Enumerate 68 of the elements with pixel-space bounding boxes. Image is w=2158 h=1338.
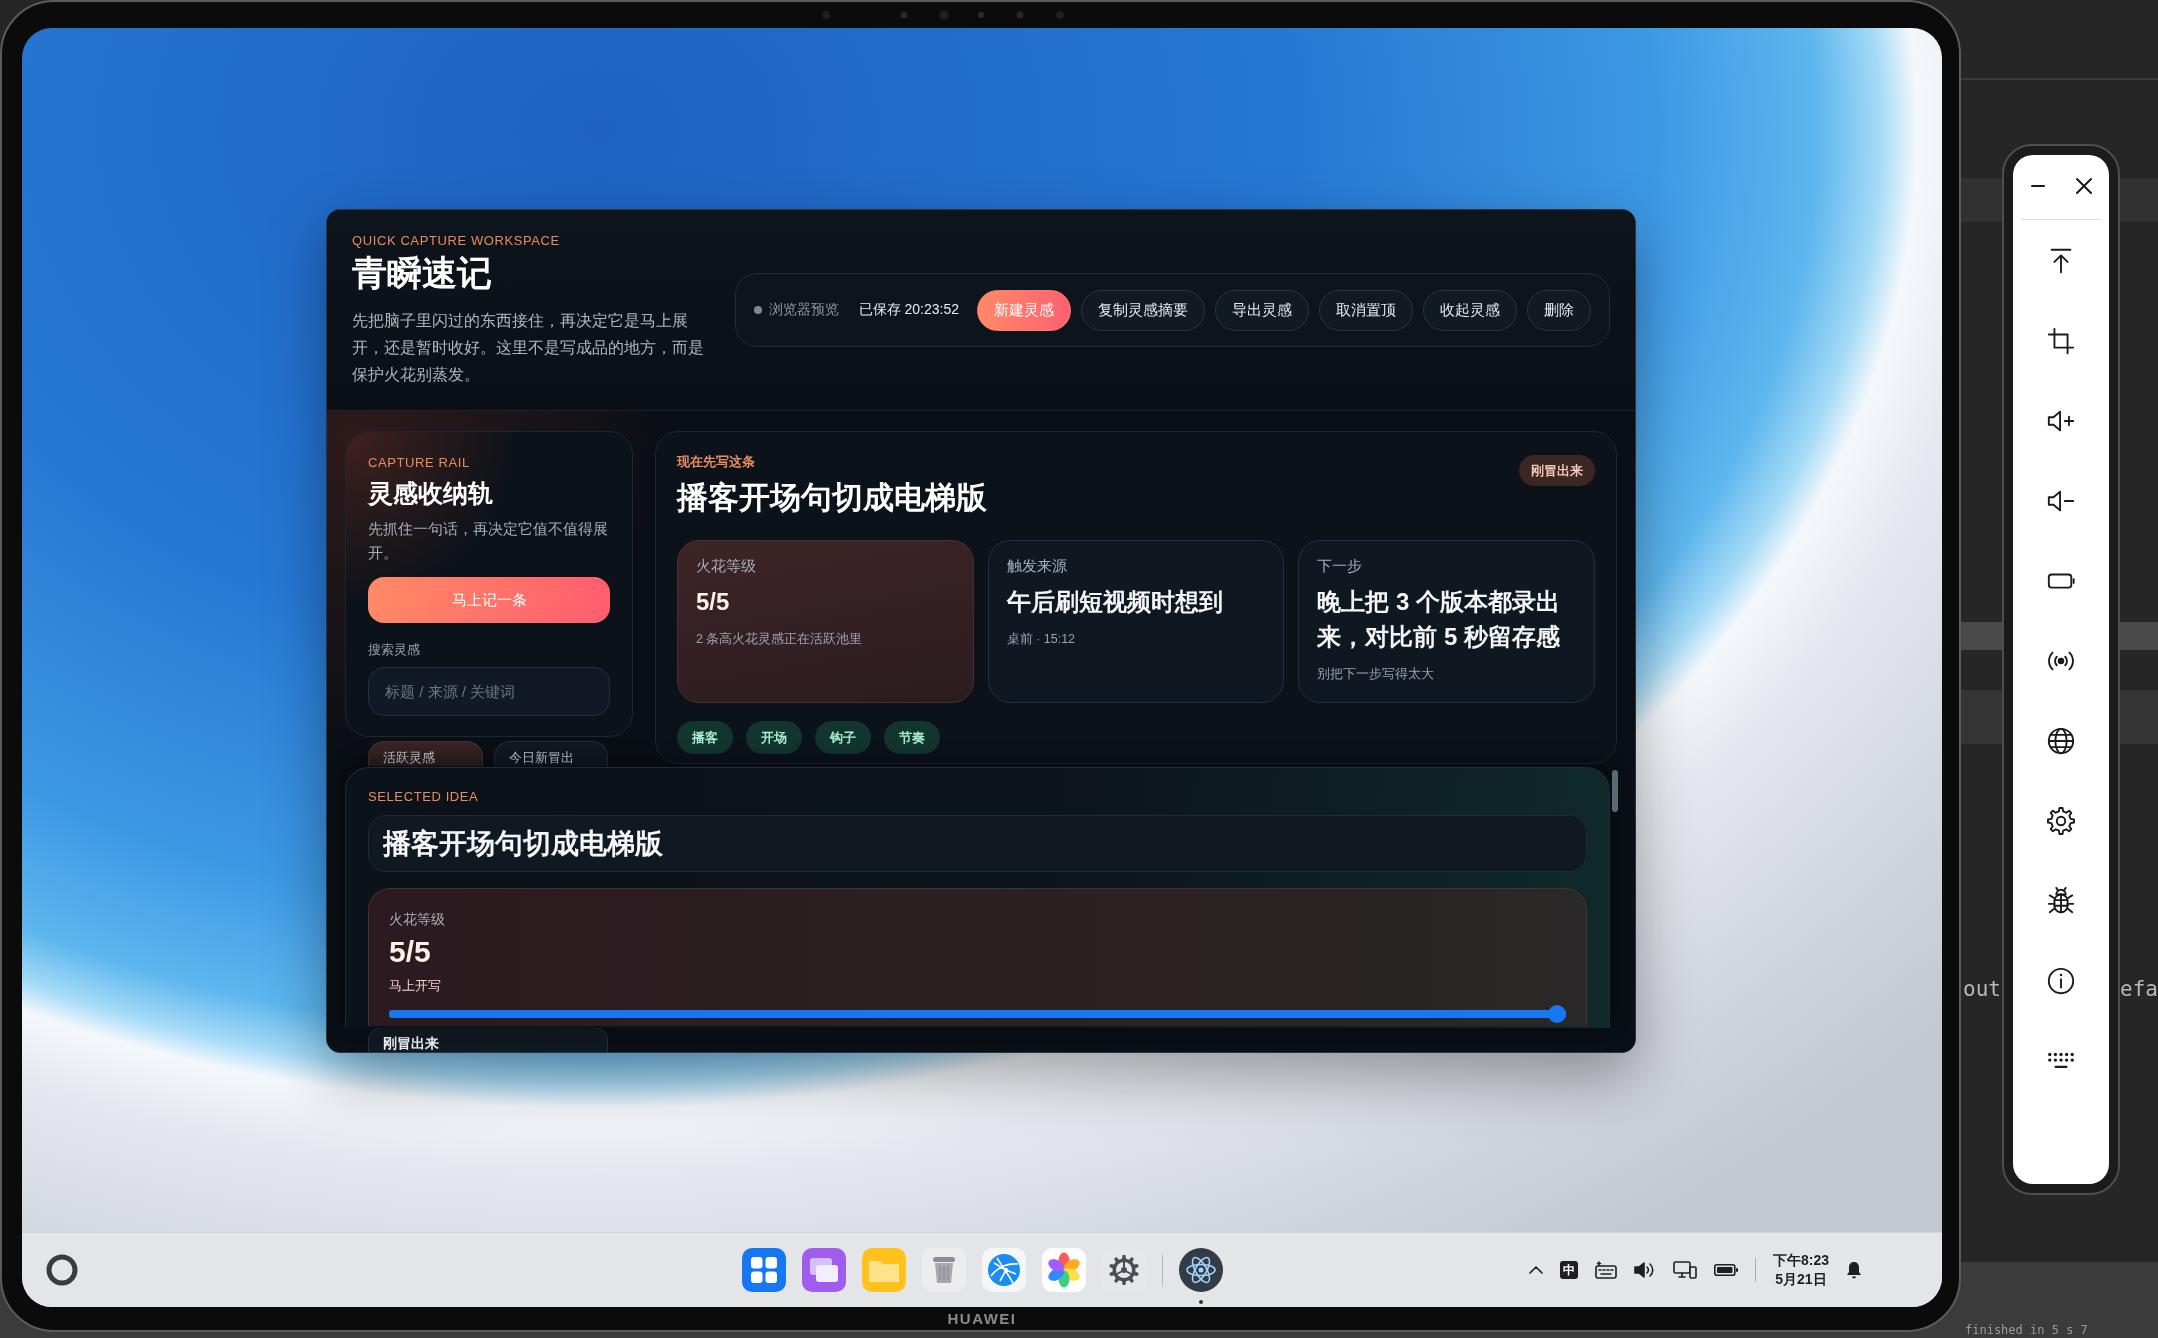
info-icon[interactable] <box>2046 966 2076 996</box>
tag: 开场 <box>746 721 802 754</box>
clock-time: 下午8:23 <box>1772 1251 1829 1270</box>
stat-label: 今日新冒出 <box>508 750 575 766</box>
section-eyebrow: CAPTURE RAIL <box>368 455 471 471</box>
toolbar-button[interactable]: 复制灵感摘要 <box>1081 289 1205 331</box>
app-title: 青瞬速记 <box>352 251 493 294</box>
section-eyebrow: 现在先写这条 <box>677 453 756 471</box>
status-badge: 刚冒出来 <box>1519 455 1595 486</box>
metric-label: 火花等级 <box>696 557 757 576</box>
crop-icon[interactable] <box>2046 326 2076 356</box>
search-field[interactable]: 标题 / 来源 / 关键词 <box>368 667 610 716</box>
rail-title: 灵感收纳轨 <box>368 478 494 509</box>
settings-icon[interactable] <box>2046 806 2076 836</box>
brand-label: HUAWEI <box>947 1310 1017 1327</box>
metric-value: 5/5 <box>696 587 731 617</box>
minimize-icon[interactable] <box>2031 184 2045 188</box>
trash-icon[interactable] <box>921 1248 966 1292</box>
battery-icon[interactable] <box>1713 1264 1738 1276</box>
search-label: 搜索灵感 <box>368 641 421 659</box>
spark-value: 5/5 <box>389 934 432 970</box>
toolbar-button[interactable]: 导出灵感 <box>1215 289 1309 331</box>
app-grid-icon[interactable] <box>741 1248 786 1292</box>
status-dot-icon <box>753 306 762 314</box>
metric-value: 晚上把 3 个版本都录出来，对比前 5 秒留存感 <box>1317 587 1561 652</box>
input-method-indicator[interactable]: 中 <box>1559 1261 1578 1279</box>
stat-label: 活跃灵感 <box>383 750 436 766</box>
metric-note: 桌前 · 15:12 <box>1006 631 1077 648</box>
clock-date: 5月21日 <box>1775 1270 1827 1289</box>
tag: 播客 <box>677 721 733 754</box>
metric-label: 下一步 <box>1317 557 1364 576</box>
flower-icon[interactable] <box>1041 1248 1086 1292</box>
toolbar-button[interactable]: 删除 <box>1527 289 1591 331</box>
preview-mode-label: 浏览器预览 <box>768 301 839 319</box>
code-text: efa <box>2120 976 2158 1002</box>
spark-hint: 马上开写 <box>389 977 442 995</box>
bell-icon[interactable] <box>1846 1261 1862 1279</box>
metric-note: 别把下一步写得太大 <box>1317 666 1436 683</box>
close-icon[interactable] <box>2075 177 2093 195</box>
tag: 节奏 <box>884 721 940 754</box>
section-eyebrow: SELECTED IDEA <box>368 789 480 805</box>
atom-icon[interactable] <box>1178 1248 1223 1292</box>
ring-icon[interactable] <box>46 1254 78 1286</box>
scrollbar-thumb[interactable] <box>1612 770 1618 812</box>
slider-thumb[interactable] <box>1548 1005 1566 1023</box>
metric-value: 午后刷短视频时想到 <box>1006 587 1224 617</box>
toolbar-button[interactable]: 取消置顶 <box>1319 289 1413 331</box>
idea-list-item[interactable]: 刚冒出来 <box>368 1027 608 1052</box>
section-eyebrow: QUICK CAPTURE WORKSPACE <box>352 232 561 249</box>
stacked-windows-icon[interactable] <box>801 1248 846 1292</box>
spark-label: 火花等级 <box>389 910 446 929</box>
toolbar-button[interactable]: 收起灵感 <box>1423 289 1517 331</box>
code-text: out <box>1963 976 2001 1002</box>
tag: 钩子 <box>815 721 871 754</box>
console-text: finished in 5 s 7 <box>1964 1323 2089 1338</box>
devices-icon[interactable] <box>1672 1261 1697 1279</box>
title-field[interactable]: 播客开场句切成电梯版 <box>368 815 1587 872</box>
chevron-up-icon[interactable] <box>1528 1266 1543 1274</box>
idea-title: 播客开场句切成电梯版 <box>677 479 987 517</box>
metric-label: 触发来源 <box>1006 557 1068 576</box>
rail-description: 先抓住一句话，再决定它值不值得展开。 <box>368 520 609 563</box>
bug-icon[interactable] <box>2046 886 2076 916</box>
app-description: 先把脑子里闪过的东西接住，再决定它是马上展开，还是暂时收好。这里不是写成品的地方，而是保护火花别蒸发。 <box>352 309 704 385</box>
keyboard-icon[interactable] <box>1594 1261 1617 1279</box>
volume-icon[interactable] <box>1633 1261 1656 1279</box>
globe-icon[interactable] <box>2046 726 2076 756</box>
metric-note: 2 条高火花灵感正在活跃池里 <box>696 631 864 648</box>
save-status: 已保存 20:23:52 <box>858 301 959 319</box>
